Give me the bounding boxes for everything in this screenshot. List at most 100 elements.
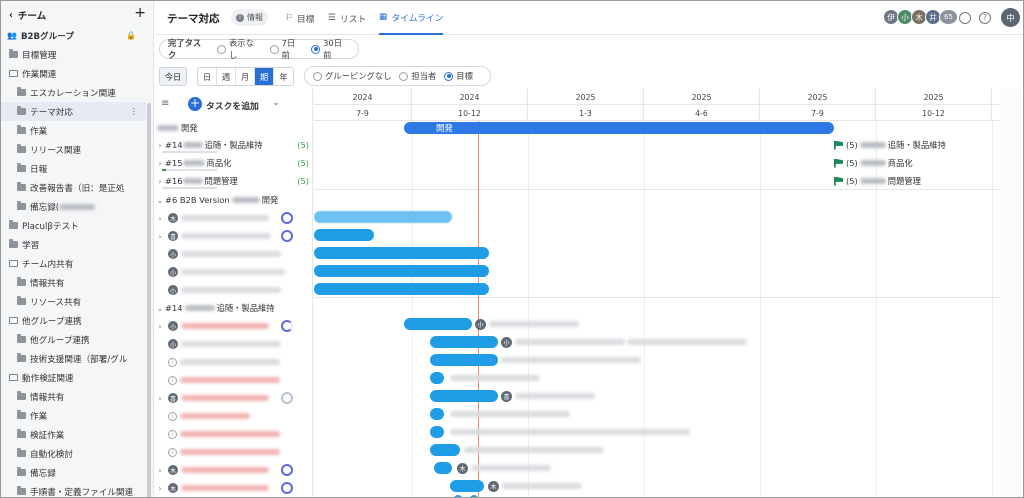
chevron-right-icon[interactable]: › <box>155 466 165 475</box>
chevron-right-icon[interactable]: › <box>155 232 165 241</box>
task-bar[interactable] <box>430 354 498 366</box>
add-task-icon[interactable]: + <box>188 97 202 111</box>
chevron-down-icon[interactable]: ⌄ <box>155 304 165 313</box>
scale-week[interactable]: 週 <box>217 68 236 85</box>
chevron-right-icon[interactable]: › <box>155 177 165 186</box>
task-bar[interactable] <box>434 462 452 474</box>
radio-7days[interactable]: 7日前 <box>269 37 304 61</box>
chevron-right-icon[interactable]: › <box>155 394 165 403</box>
task-row[interactable]: i <box>155 353 312 371</box>
sidebar-item-verif-info[interactable]: 情報共有 <box>1 387 146 406</box>
radio-assignee[interactable]: 担当者 <box>399 70 436 82</box>
chevron-down-icon[interactable]: ⌄ <box>155 196 165 205</box>
sidebar-header[interactable]: ‹ チーム + <box>1 1 153 29</box>
task-row[interactable]: i <box>155 407 312 425</box>
sidebar-item-info-share[interactable]: 情報共有 <box>1 273 146 292</box>
add-icon[interactable]: + <box>134 5 146 21</box>
task-row[interactable]: i <box>155 425 312 443</box>
radio-none[interactable]: 表示なし <box>217 37 262 61</box>
more-options-icon[interactable]: ⋮ <box>129 107 138 117</box>
member-avatars[interactable]: 伊 小 木 井 65 <box>883 9 958 25</box>
chevron-right-icon[interactable]: › <box>155 214 165 223</box>
task-bar[interactable] <box>314 265 489 277</box>
task-bar[interactable] <box>404 318 472 330</box>
task-bar[interactable] <box>430 390 498 402</box>
scale-month[interactable]: 月 <box>236 68 255 85</box>
info-button[interactable]: i 情報 <box>231 9 268 26</box>
section-header-6[interactable]: ⌄ #6 B2B Version 開発 <box>155 191 312 209</box>
sidebar-item-theme[interactable]: テーマ対応 ⋮ <box>1 102 146 121</box>
task-bar[interactable] <box>430 408 444 420</box>
sidebar-item-verif-memo[interactable]: 備忘録 <box>1 463 146 482</box>
tab-goals[interactable]: ⚐ 目標 <box>285 1 315 35</box>
task-row[interactable]: › 木 <box>155 461 312 479</box>
back-chevron-icon[interactable]: ‹ <box>9 10 13 21</box>
sidebar-item-memo[interactable]: 備忘録( <box>1 197 146 216</box>
task-row[interactable]: 小 <box>155 245 312 263</box>
task-bar[interactable] <box>314 283 489 295</box>
task-bar[interactable] <box>314 229 374 241</box>
task-row[interactable]: › 喜 <box>155 389 312 407</box>
sidebar-item-automation[interactable]: 自動化検討 <box>1 444 146 463</box>
today-button[interactable]: 今日 <box>159 67 187 86</box>
add-task-button[interactable]: タスクを追加 <box>206 99 259 112</box>
goal-milestone-16[interactable]: (5) 問題管理 <box>834 175 921 187</box>
goal-row-15[interactable]: › #15 商品化 (5) <box>155 154 312 172</box>
task-row[interactable]: 小 <box>155 281 312 299</box>
chevron-right-icon[interactable]: › <box>155 322 165 331</box>
sidebar-item-work[interactable]: 作業関連 <box>1 64 146 83</box>
task-row[interactable]: 小 <box>155 335 312 353</box>
task-bar[interactable] <box>314 211 452 223</box>
goal-row-16[interactable]: › #16 問題管理 (5) <box>155 172 312 190</box>
sidebar-item-goals[interactable]: 目標管理 <box>1 45 146 64</box>
chevron-down-icon[interactable]: ⌄ <box>272 98 280 108</box>
task-row[interactable]: › 木 <box>155 209 312 227</box>
radio-goal[interactable]: 目標 <box>444 70 473 82</box>
sidebar-item-verif-test[interactable]: 検証作業 <box>1 425 146 444</box>
task-row[interactable]: › 小 <box>155 317 312 335</box>
chevron-right-icon[interactable]: › <box>155 141 165 150</box>
radio-30days[interactable]: 30日前 <box>311 37 350 61</box>
chevron-right-icon[interactable]: › <box>155 484 165 493</box>
radio-no-grouping[interactable]: グルーピングなし <box>313 70 391 82</box>
group-item[interactable]: 👥 B2Bグループ 🔒 <box>1 26 146 45</box>
task-row[interactable]: › 木 <box>155 479 312 497</box>
sidebar-item-daily-report[interactable]: 日報 <box>1 159 146 178</box>
more-members-badge[interactable]: 65 <box>939 9 958 25</box>
help-icon[interactable]: ? <box>979 12 991 24</box>
task-row[interactable]: i <box>155 443 312 461</box>
sidebar-item-learning[interactable]: 学習 <box>1 235 146 254</box>
sidebar-item-tech-support[interactable]: 技術支援関連（部署/グル <box>1 349 146 368</box>
task-bar[interactable] <box>430 336 498 348</box>
chevron-right-icon[interactable]: › <box>155 159 165 168</box>
task-row[interactable]: 小 <box>155 263 312 281</box>
tab-list[interactable]: ☰ リスト <box>328 1 366 35</box>
tab-timeline[interactable]: ▦ タイムライン <box>379 1 444 35</box>
menu-icon[interactable]: ≡ <box>161 98 169 109</box>
sidebar-item-other-groups[interactable]: 他グループ連携 <box>1 311 146 330</box>
goal-row-14[interactable]: › #14 追随・製品維持 (5) <box>155 136 312 154</box>
sidebar-item-team-share[interactable]: チーム内共有 <box>1 254 146 273</box>
task-bar[interactable] <box>314 247 489 259</box>
search-icon[interactable] <box>959 12 971 24</box>
goal-milestone-15[interactable]: (5) 商品化 <box>834 157 913 169</box>
sidebar-item-escalation[interactable]: エスカレーション関連 <box>1 83 146 102</box>
sidebar-item-resource-share[interactable]: リソース共有 <box>1 292 146 311</box>
section-header-14[interactable]: ⌄ #14 追随・製品維持 <box>155 299 312 317</box>
sidebar-item-verif-work[interactable]: 作業 <box>1 406 146 425</box>
timeline-scroll-gutter[interactable] <box>1001 89 1023 497</box>
task-row[interactable]: › 喜 <box>155 227 312 245</box>
task-bar[interactable] <box>430 444 460 456</box>
task-bar[interactable] <box>450 480 484 492</box>
list-item[interactable]: 開発 <box>155 119 312 137</box>
sidebar-scrollbar[interactable] <box>147 103 151 497</box>
sidebar-item-procedure-docs[interactable]: 手順書・定義ファイル関連 <box>1 482 146 497</box>
dev-bar[interactable]: 開発 <box>404 122 834 134</box>
sidebar-item-improvement[interactable]: 改善報告書（旧：是正処 <box>1 178 146 197</box>
sidebar-item-release[interactable]: リリース関連 <box>1 140 146 159</box>
goal-milestone-14[interactable]: (5) 追随・製品維持 <box>834 139 946 151</box>
sidebar-item-verification[interactable]: 動作検証関連 <box>1 368 146 387</box>
user-avatar[interactable]: 中 <box>1001 8 1020 27</box>
sidebar-item-placul-beta[interactable]: Placulβテスト <box>1 216 146 235</box>
sidebar-item-other-groups-link[interactable]: 他グループ連携 <box>1 330 146 349</box>
